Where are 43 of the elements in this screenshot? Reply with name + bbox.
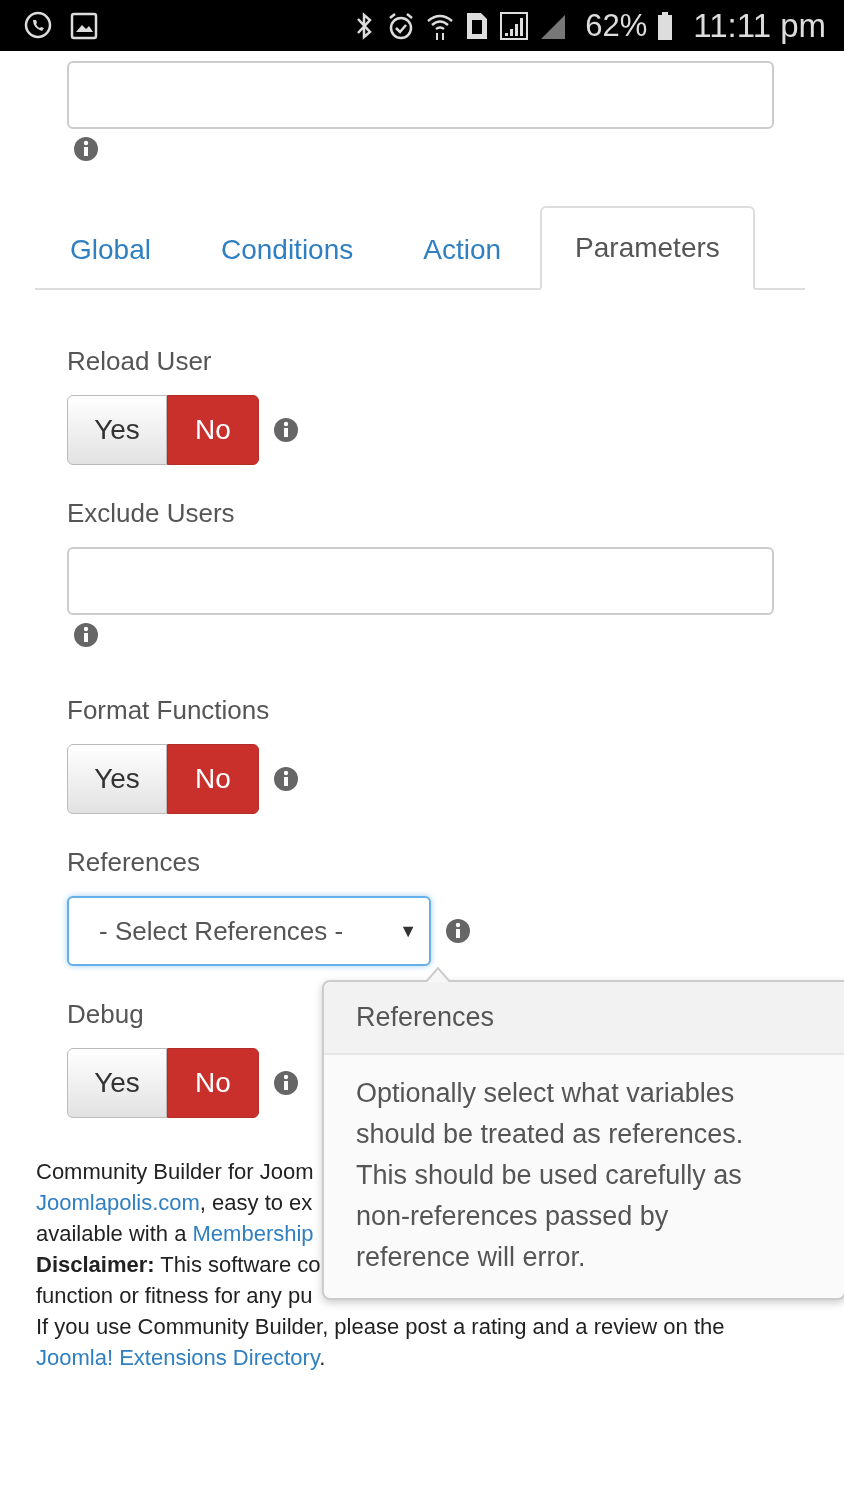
tab[interactable]: Global [35, 208, 186, 290]
footer-text: Disclaimer: [36, 1252, 155, 1277]
footer-link[interactable]: Joomla! Extensions Directory [36, 1345, 320, 1370]
image-icon [70, 11, 98, 40]
footer-link[interactable]: Joomlapolis.com [36, 1190, 200, 1215]
footer-text: . [319, 1345, 326, 1370]
clock: 11:11 pm [693, 6, 826, 45]
toggle-option[interactable]: Yes [67, 395, 167, 465]
text-input[interactable] [67, 547, 774, 615]
toggle-option[interactable]: Yes [67, 1048, 167, 1118]
toggle-option[interactable]: Yes [67, 744, 167, 814]
info-icon[interactable] [73, 136, 99, 162]
tab[interactable]: Conditions [185, 208, 389, 290]
footer-text: , easy to ex [199, 1190, 313, 1215]
tab[interactable]: Parameters [540, 206, 755, 290]
footer-text: Community Builder for Joom [36, 1159, 314, 1184]
field-label: Reload User [67, 346, 212, 377]
tab[interactable]: Action [388, 208, 537, 290]
footer-text: If you use Community Builder, please post a rating and a review on the [36, 1314, 725, 1339]
info-icon[interactable] [73, 622, 99, 648]
toggle-option[interactable]: No [167, 395, 259, 465]
field-label: Debug [67, 999, 144, 1030]
battery-icon [657, 10, 674, 41]
toggle-option[interactable]: No [167, 1048, 259, 1118]
signal-icon [499, 10, 530, 41]
select-dropdown[interactable]: - Select References - ▼ [67, 896, 431, 966]
footer-text: available with a [36, 1221, 188, 1246]
field-label: Exclude Users [67, 498, 235, 529]
info-icon[interactable] [445, 918, 471, 944]
toggle-option[interactable]: No [167, 744, 259, 814]
info-icon[interactable] [273, 1070, 299, 1096]
sim-card-icon [465, 10, 490, 41]
popover-text: Optionally select what variables should be treated as references. This should be used carefully as non-references passed by reference will error. [356, 1077, 745, 1274]
text-input[interactable] [67, 61, 774, 129]
field-label: References [67, 847, 200, 878]
footer-link[interactable]: Membership [192, 1221, 314, 1246]
info-icon[interactable] [273, 766, 299, 792]
footer-text: This software co [159, 1252, 321, 1277]
field-label: Format Functions [67, 695, 270, 726]
popover-title: References [324, 982, 844, 1055]
battery-percent: 62% [585, 7, 648, 44]
info-icon[interactable] [273, 417, 299, 443]
footer-text: function or fitness for any pu [36, 1283, 313, 1308]
